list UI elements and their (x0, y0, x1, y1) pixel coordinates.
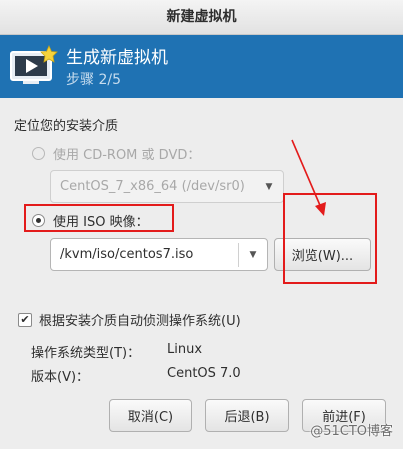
watermark: @51CTO博客 (310, 424, 393, 439)
cancel-button-label: 取消(C) (127, 410, 174, 425)
chevron-down-icon: ▼ (265, 181, 273, 192)
os-type-label: 操作系统类型(T)： (31, 346, 141, 361)
banner-title: 生成新虚拟机 (66, 48, 168, 68)
vm-screen-star-icon (10, 45, 58, 84)
back-button[interactable]: 后退(B) (205, 399, 289, 432)
version-value: CentOS 7.0 (167, 366, 241, 381)
annotation-box-iso (24, 204, 174, 232)
annotation-arrow (291, 139, 326, 216)
autodetect-label: 根据安装介质自动侦测操作系统(U) (39, 314, 241, 329)
cancel-button[interactable]: 取消(C) (109, 399, 192, 432)
os-type-value: Linux (167, 342, 203, 357)
cdrom-radio[interactable] (32, 147, 45, 160)
window-titlebar: 新建虚拟机 (0, 0, 403, 35)
iso-path-combo[interactable]: /kvm/iso/centos7.iso ▼ (50, 238, 268, 271)
cdrom-device-select[interactable]: CentOS_7_x86_64 (/dev/sr0) ▼ (50, 170, 284, 203)
iso-path-value[interactable]: /kvm/iso/centos7.iso (51, 247, 238, 262)
section-title: 定位您的安装介质 (14, 119, 119, 134)
wizard-banner: 生成新虚拟机 步骤 2/5 (0, 35, 403, 98)
version-label: 版本(V)： (31, 370, 90, 385)
cdrom-radio-row[interactable]: 使用 CD-ROM 或 DVD： (32, 144, 200, 163)
window-title: 新建虚拟机 (166, 9, 237, 25)
back-button-label: 后退(B) (224, 410, 270, 425)
autodetect-row[interactable]: ✔ 根据安装介质自动侦测操作系统(U) (18, 310, 241, 329)
cdrom-radio-label: 使用 CD-ROM 或 DVD： (53, 148, 201, 163)
banner-step: 步骤 2/5 (66, 72, 121, 88)
autodetect-checkbox[interactable]: ✔ (18, 312, 32, 327)
chevron-down-icon[interactable]: ▼ (239, 250, 267, 260)
check-icon: ✔ (20, 313, 30, 326)
cdrom-device-value: CentOS_7_x86_64 (/dev/sr0) (60, 179, 245, 194)
